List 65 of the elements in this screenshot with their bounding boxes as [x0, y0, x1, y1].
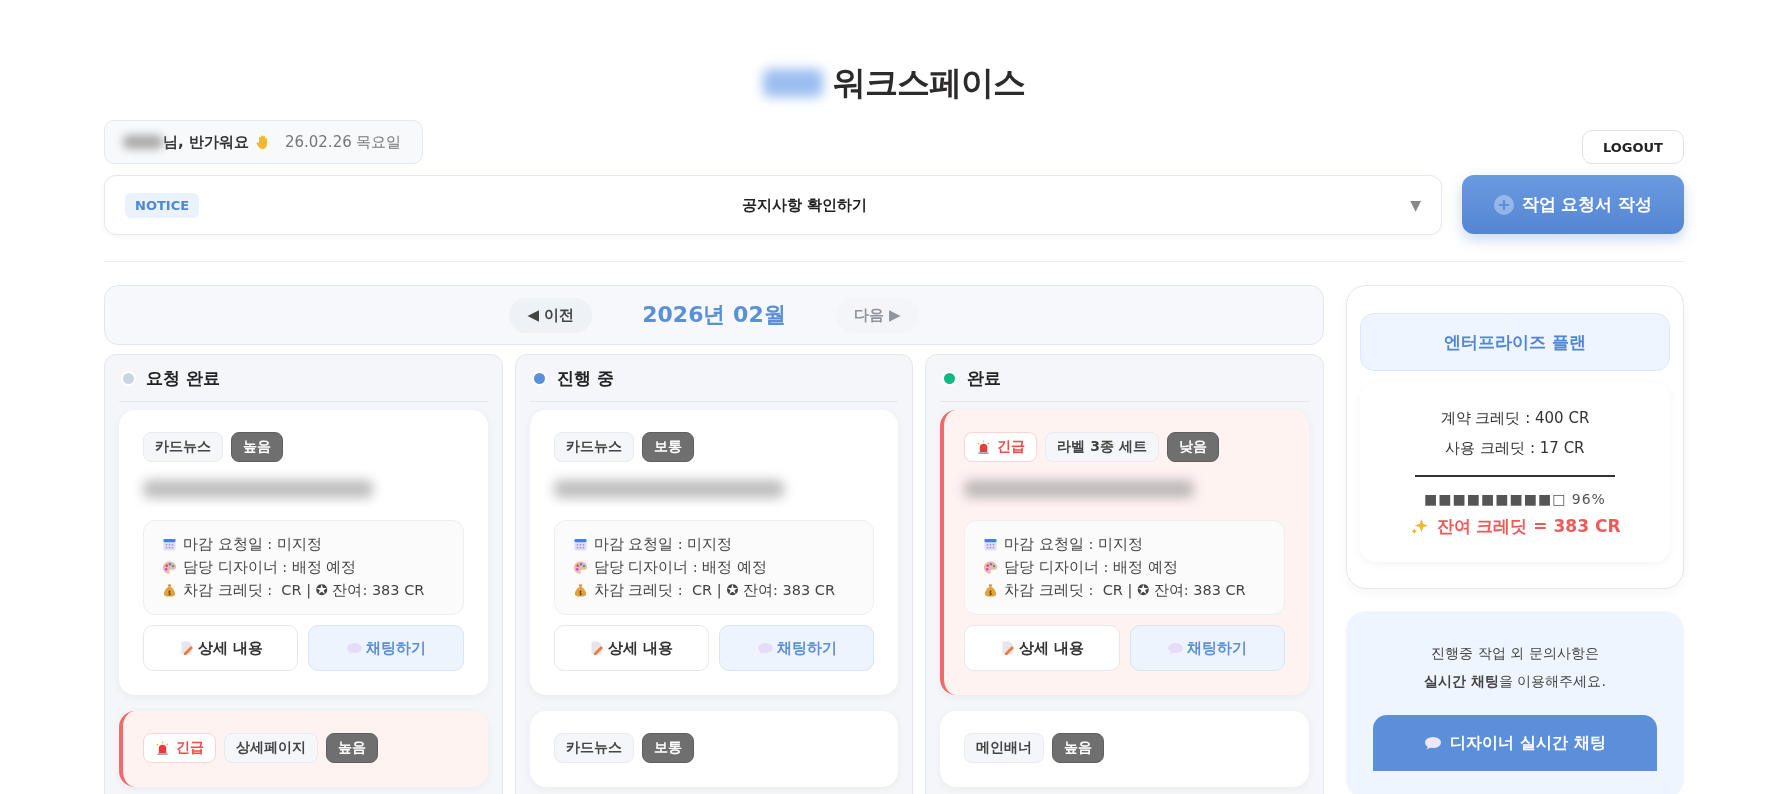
detail-text: 담당 디자이너 : 배정 예정 — [183, 558, 357, 577]
details-button[interactable]: 상세 내용 — [964, 625, 1120, 671]
siren-icon — [976, 439, 992, 455]
category-tag: 라벨 3종 세트 — [1045, 432, 1159, 462]
speech-bubble-icon — [1167, 641, 1185, 655]
remaining-credit-text: 잔여 크레딧 = 383 CR — [1436, 515, 1621, 538]
calendar-icon — [162, 537, 177, 552]
money-bag-icon — [572, 583, 588, 598]
redacted-text — [123, 135, 163, 149]
category-tag: 상세페이지 — [224, 733, 318, 763]
priority-badge: 높음 — [231, 432, 283, 462]
detail-text: 차감 크레딧 : CR | ✪ 잔여: 383 CR — [183, 581, 425, 600]
palette-icon — [572, 560, 588, 575]
priority-badge: 보통 — [641, 432, 694, 462]
chat-notice-text: 진행중 작업 외 문의사항은 실시간 채팅을 이용해주세요. — [1423, 644, 1607, 691]
palette-icon — [162, 560, 177, 575]
category-tag: 카드뉴스 — [553, 432, 634, 462]
detail-text: 마감 요청일 : 미지정 — [183, 535, 322, 554]
speech-bubble-icon — [756, 641, 774, 655]
details-button[interactable]: 상세 내용 — [553, 625, 709, 671]
calendar-icon — [983, 537, 999, 552]
detail-text: 차감 크레딧 : CR | ✪ 잔여: 383 CR — [593, 581, 836, 600]
category-tag: 카드뉴스 — [553, 733, 634, 763]
plus-icon — [1493, 194, 1514, 215]
caret-icon: ▼ — [1410, 197, 1421, 213]
details-button[interactable]: 상세 내용 — [143, 625, 299, 671]
siren-icon — [155, 740, 170, 756]
notice-dropdown[interactable]: NOTICE 공지사항 확인하기 ▼ — [104, 175, 1442, 235]
money-bag-icon — [983, 583, 999, 598]
column-title: 진행 중 — [556, 366, 614, 390]
month-label: 2026년 02월 — [642, 301, 786, 329]
detail-text: 담당 디자이너 : 배정 예정 — [593, 558, 767, 577]
notice-text: 공지사항 확인하기 — [741, 195, 869, 215]
contract-credit-text: 계약 크레딧 : 400 CR — [1440, 408, 1590, 429]
redacted-text — [763, 69, 823, 97]
column-title: 요청 완료 — [146, 366, 220, 390]
notice-badge: NOTICE — [125, 192, 200, 218]
sparkle-icon — [1409, 517, 1429, 536]
urgent-label: 긴급 — [997, 438, 1026, 456]
detail-text: 담당 디자이너 : 배정 예정 — [1004, 558, 1178, 577]
priority-badge: 보통 — [641, 733, 694, 763]
urgent-label: 긴급 — [176, 739, 204, 757]
used-credit-text: 사용 크레딧 : 17 CR — [1445, 438, 1585, 459]
priority-badge: 높음 — [326, 733, 378, 763]
calendar-icon — [572, 537, 588, 552]
prev-month-button[interactable]: ◀ 이전 — [509, 297, 593, 333]
memo-pencil-icon — [589, 640, 606, 656]
date-text: 26.02.26 목요일 — [284, 132, 402, 152]
page-title: 워크스페이스 — [833, 61, 1025, 104]
palette-icon — [983, 560, 999, 575]
plan-name: 엔터프라이즈 플랜 — [1360, 313, 1670, 371]
speech-bubble-icon — [1424, 736, 1443, 750]
detail-text: 마감 요청일 : 미지정 — [593, 535, 733, 554]
priority-badge: 낮음 — [1166, 432, 1219, 462]
priority-badge: 높음 — [1052, 733, 1105, 763]
money-bag-icon — [162, 583, 177, 598]
speech-bubble-icon — [346, 641, 363, 655]
category-tag: 메인배너 — [964, 733, 1045, 763]
usage-meter-text: ■■■■■■■■■□ 96% — [1424, 491, 1606, 507]
logout-button[interactable]: LOGOUT — [1581, 130, 1684, 164]
column-title: 완료 — [967, 366, 1002, 390]
greeting-text: 님, 반가워요 — [163, 132, 249, 152]
category-tag: 카드뉴스 — [143, 432, 223, 462]
detail-text: 차감 크레딧 : CR | ✪ 잔여: 383 CR — [1004, 581, 1246, 600]
detail-text: 마감 요청일 : 미지정 — [1004, 535, 1144, 554]
